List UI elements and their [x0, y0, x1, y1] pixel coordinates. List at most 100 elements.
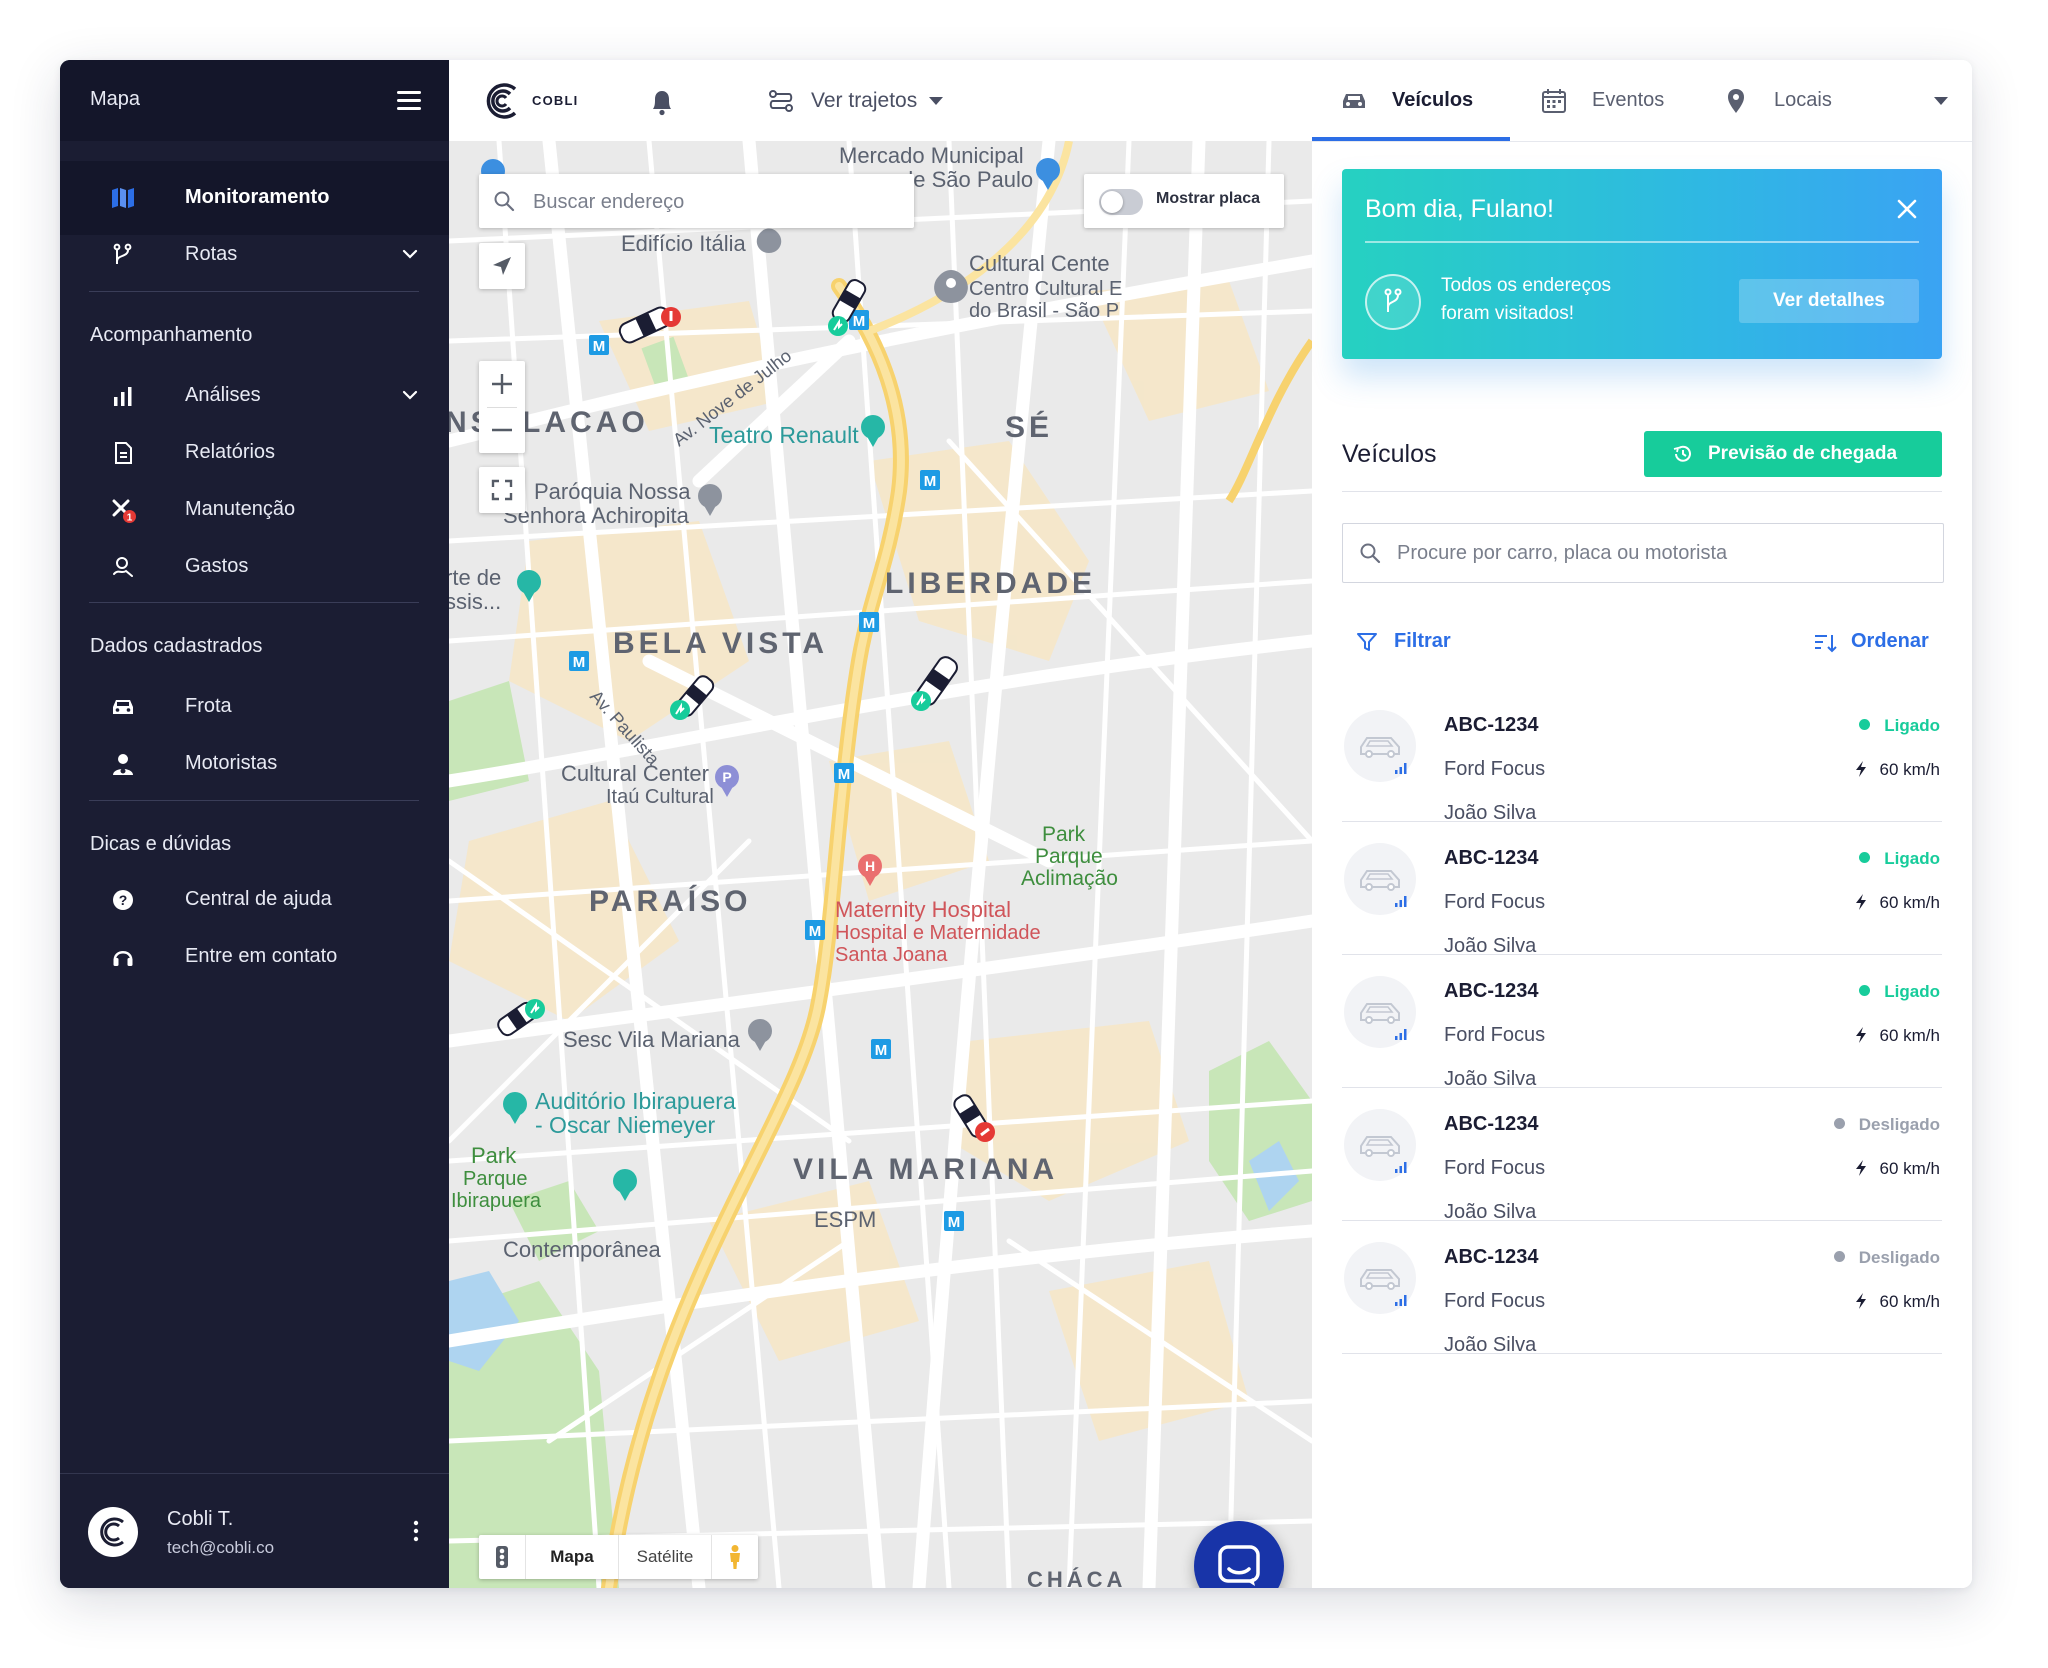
vehicle-list-item[interactable]: ABC-1234 Ford Focus João Silva Desligado… [1342, 1087, 1942, 1223]
status-dot [1859, 719, 1871, 730]
metro-icon[interactable]: M [569, 651, 589, 671]
map-label-paroquia-2: Senhora Achiropita [503, 503, 690, 528]
show-plate-label: Mostrar placa [1156, 190, 1261, 207]
sidebar-item-label: Manutenção [185, 498, 296, 520]
svg-text:M: M [838, 766, 851, 783]
show-plate-control: Mostrar placa [1084, 174, 1284, 228]
vehicle-plate: ABC-1234 [1444, 847, 1539, 869]
vehicle-avatar [1344, 843, 1416, 915]
traffic-light-icon [496, 1546, 508, 1568]
alert-badge-icon[interactable] [975, 1122, 995, 1142]
sidebar-item-gastos[interactable]: Gastos [60, 530, 449, 604]
car-icon [1360, 1003, 1400, 1024]
sidebar-item-motoristas[interactable]: Motoristas [60, 727, 449, 801]
speed-text: 60 km/h [1879, 1159, 1940, 1178]
svg-text:P: P [722, 769, 731, 785]
metro-icon[interactable]: M [944, 1211, 964, 1231]
vehicle-driver: João Silva [1444, 1334, 1537, 1356]
vehicle-search-input[interactable] [1395, 524, 1929, 582]
search-icon [1360, 543, 1381, 564]
vehicle-list-item[interactable]: ABC-1234 Ford Focus João Silva Ligado 60… [1342, 954, 1942, 1090]
vehicle-list-item[interactable]: ABC-1234 Ford Focus João Silva Ligado 60… [1342, 688, 1942, 824]
close-icon[interactable] [1896, 198, 1918, 220]
vehicle-plate: ABC-1234 [1444, 714, 1539, 736]
car-icon [1360, 737, 1400, 758]
right-panel: Veículos Eventos Locais Bom dia, Fulano!… [1312, 60, 1972, 1588]
map-label-liberdade: LIBERDADE [885, 567, 1096, 600]
map-label-maternity-2: Hospital e Maternidade [835, 922, 1041, 944]
sidebar-item-label: Rotas [185, 243, 238, 265]
maintenance-badge: 1 [127, 513, 133, 524]
chevron-down-icon[interactable] [401, 386, 419, 404]
section-title: Dados cadastrados [90, 635, 263, 657]
vehicles-title: Veículos [1342, 440, 1437, 468]
lightning-icon [1855, 1293, 1866, 1309]
minus-icon [492, 428, 512, 432]
zoom-out-button[interactable] [479, 407, 525, 453]
metro-icon[interactable]: M [920, 470, 940, 490]
map-canvas[interactable]: NSOLACAO SÉ LIBERDADE BELA VISTA PARAÍSO… [449, 141, 1312, 1588]
speed-text: 60 km/h [1879, 1026, 1940, 1045]
lightning-icon [1855, 761, 1866, 777]
svg-text:M: M [863, 615, 876, 632]
vehicle-model: Ford Focus [1444, 1290, 1546, 1312]
alert-badge-icon[interactable] [661, 307, 681, 327]
tabs-more-caret-icon[interactable] [1934, 97, 1948, 105]
status-text: Ligado [1884, 716, 1940, 735]
sidebar-item-label: Monitoramento [185, 186, 330, 208]
cobli-logo-icon[interactable] [479, 78, 525, 124]
map-label-sesc: Sesc Vila Mariana [563, 1027, 741, 1052]
show-plate-toggle[interactable] [1099, 189, 1143, 215]
my-location-button[interactable] [479, 243, 525, 289]
avatar[interactable] [88, 1507, 138, 1557]
map-label-maternity-1: Maternity Hospital [835, 897, 1011, 922]
metro-icon[interactable]: M [834, 763, 854, 783]
status-text: Desligado [1858, 1115, 1940, 1134]
signal-strength-icon [1395, 1162, 1407, 1173]
sidebar-item-label: Frota [185, 695, 232, 717]
fullscreen-icon [491, 479, 513, 501]
metro-icon[interactable]: M [871, 1039, 891, 1059]
tools-icon: 1 [112, 499, 136, 524]
sidebar-item-entre-em-contato[interactable]: Entre em contato [60, 920, 449, 994]
on-badge-icon[interactable] [911, 691, 931, 711]
sidebar-divider [89, 291, 419, 292]
arrival-forecast-button[interactable]: Previsão de chegada [1644, 431, 1942, 477]
route-check-icon [1365, 274, 1421, 330]
on-badge-icon[interactable] [828, 316, 848, 336]
map-type-mapa[interactable]: Mapa [526, 1535, 619, 1579]
greeting-title: Bom dia, Fulano! [1365, 195, 1554, 223]
status-dot [1859, 985, 1871, 996]
map-label-itau-1: Cultural Center [561, 761, 709, 786]
vehicle-list-item[interactable]: ABC-1234 Ford Focus João Silva Desligado… [1342, 1220, 1942, 1356]
vehicle-list-item[interactable]: ABC-1234 Ford Focus João Silva Ligado 60… [1342, 821, 1942, 957]
map-area[interactable]: NSOLACAO SÉ LIBERDADE BELA VISTA PARAÍSO… [449, 141, 1312, 1588]
more-vertical-icon[interactable] [413, 1520, 419, 1542]
vehicle-model: Ford Focus [1444, 758, 1546, 780]
svg-text:?: ? [119, 892, 128, 908]
chevron-down-icon[interactable] [401, 245, 419, 263]
metro-icon[interactable]: M [859, 612, 879, 632]
headset-icon [113, 951, 133, 966]
metro-icon[interactable]: M [589, 335, 609, 355]
on-badge-icon[interactable] [525, 999, 545, 1019]
zoom-in-button[interactable] [479, 361, 525, 407]
map-icon [112, 188, 134, 208]
on-badge-icon[interactable] [670, 700, 690, 720]
vehicle-avatar [1344, 976, 1416, 1048]
menu-icon[interactable] [397, 91, 421, 110]
view-details-button[interactable]: Ver detalhes [1739, 279, 1919, 323]
map-type-satelite[interactable]: Satélite [619, 1535, 712, 1579]
status-badge: Desligado [1833, 1115, 1940, 1135]
traffic-layer-button[interactable] [479, 1535, 526, 1579]
navigation-arrow-icon [493, 257, 511, 275]
status-badge: Ligado [1859, 982, 1940, 1002]
vehicle-speed: 60 km/h [1854, 893, 1940, 913]
sidebar-item-rotas[interactable]: Rotas [60, 218, 449, 292]
status-text: Ligado [1884, 849, 1940, 868]
metro-icon[interactable]: M [805, 920, 825, 940]
bell-icon[interactable] [649, 88, 675, 116]
address-search-input[interactable] [531, 174, 905, 230]
fullscreen-button[interactable] [479, 467, 525, 513]
street-view-button[interactable] [712, 1535, 758, 1579]
